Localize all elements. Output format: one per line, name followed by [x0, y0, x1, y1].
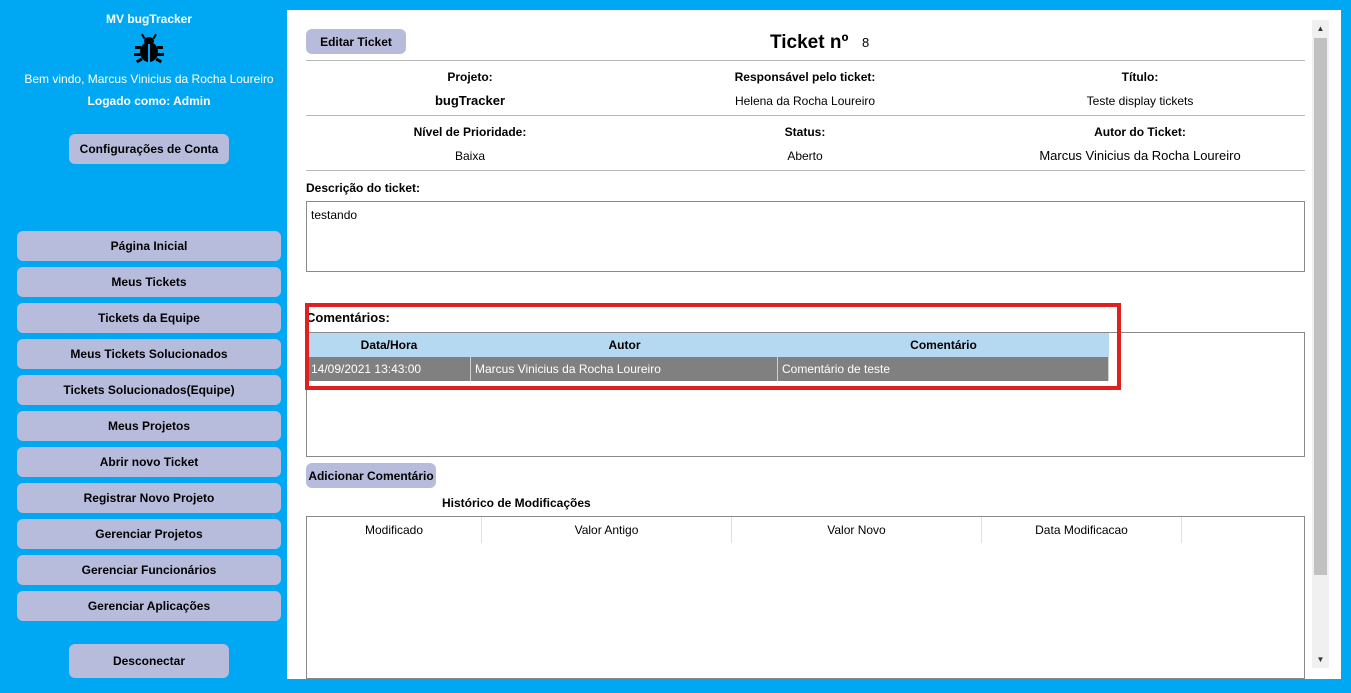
column-header[interactable]: Data/Hora	[307, 333, 471, 357]
column-header[interactable]: Valor Novo	[732, 517, 982, 543]
sidebar-item-team-tickets[interactable]: Tickets da Equipe	[17, 303, 281, 333]
history-grid[interactable]: Modificado Valor Antigo Valor Novo Data …	[306, 516, 1305, 679]
description-box: testando	[306, 201, 1305, 272]
comments-header-row: Data/Hora Autor Comentário	[307, 333, 1109, 357]
scrollbar-thumb[interactable]	[1314, 38, 1327, 575]
column-header[interactable]: Autor	[471, 333, 778, 357]
app-title: MV bugTracker	[105, 12, 193, 26]
ticket-number: 8	[862, 35, 870, 50]
status-label: Status:	[784, 125, 826, 139]
ticket-content: Editar Ticket Ticket nº 8 Projeto: bugTr…	[305, 10, 1306, 679]
sidebar-item-team-solved-tickets[interactable]: Tickets Solucionados(Equipe)	[17, 375, 281, 405]
status-value: Aberto	[787, 149, 823, 163]
history-header-row: Modificado Valor Antigo Valor Novo Data …	[307, 517, 1304, 543]
disconnect-button[interactable]: Desconectar	[69, 644, 229, 678]
sidebar-item-register-project[interactable]: Registrar Novo Projeto	[17, 483, 281, 513]
responsible-value: Helena da Rocha Loureiro	[734, 94, 876, 108]
priority-label: Nível de Prioridade:	[413, 125, 527, 139]
comment-datetime-cell[interactable]: 14/09/2021 13:43:00	[307, 357, 471, 381]
author-value: Marcus Vinicius da Rocha Loureiro	[1039, 148, 1241, 163]
divider	[306, 115, 1305, 116]
comments-label: Comentários:	[306, 310, 390, 325]
author-label: Autor do Ticket:	[1094, 125, 1186, 139]
sidebar-item-home[interactable]: Página Inicial	[17, 231, 281, 261]
divider	[306, 60, 1305, 61]
responsible-label: Responsável pelo ticket:	[734, 70, 876, 84]
logged-as-text: Logado como: Admin	[87, 94, 211, 108]
welcome-text: Bem vindo, Marcus Vinicius da Rocha Lour…	[24, 72, 274, 86]
column-header[interactable]: Data Modificacao	[982, 517, 1182, 543]
vertical-scrollbar[interactable]: ▲ ▼	[1312, 20, 1329, 668]
sidebar-item-manage-projects[interactable]: Gerenciar Projetos	[17, 519, 281, 549]
sidebar-item-my-solved-tickets[interactable]: Meus Tickets Solucionados	[17, 339, 281, 369]
scroll-up-arrow-icon[interactable]: ▲	[1312, 20, 1329, 37]
sidebar-nav: Página Inicial Meus Tickets Tickets da E…	[17, 231, 281, 627]
comment-author-cell[interactable]: Marcus Vinicius da Rocha Loureiro	[471, 357, 778, 381]
ticket-title: Ticket nº	[770, 32, 849, 53]
description-label: Descrição do ticket:	[306, 181, 421, 195]
account-settings-button[interactable]: Configurações de Conta	[69, 134, 229, 164]
sidebar-item-my-projects[interactable]: Meus Projetos	[17, 411, 281, 441]
bug-icon	[134, 33, 164, 64]
priority-value: Baixa	[454, 149, 486, 163]
sidebar: MV bugTracker Bem vindo, Marcus Vinicius…	[0, 0, 298, 693]
scroll-down-arrow-icon[interactable]: ▼	[1312, 651, 1329, 668]
sidebar-item-my-tickets[interactable]: Meus Tickets	[17, 267, 281, 297]
sidebar-item-manage-employees[interactable]: Gerenciar Funcionários	[17, 555, 281, 585]
sidebar-item-manage-applications[interactable]: Gerenciar Aplicações	[17, 591, 281, 621]
sidebar-item-open-ticket[interactable]: Abrir novo Ticket	[17, 447, 281, 477]
title-label: Título:	[1121, 70, 1159, 84]
history-label: Histórico de Modificações	[442, 496, 591, 510]
comment-text-cell[interactable]: Comentário de teste	[778, 357, 1109, 381]
divider	[306, 170, 1305, 171]
column-header[interactable]: Valor Antigo	[482, 517, 732, 543]
project-label: Projeto:	[447, 70, 493, 84]
table-row[interactable]: 14/09/2021 13:43:00 Marcus Vinicius da R…	[307, 357, 1109, 381]
project-value: bugTracker	[434, 93, 506, 108]
comments-table: Data/Hora Autor Comentário 14/09/2021 13…	[307, 333, 1109, 381]
column-header[interactable]: Comentário	[778, 333, 1109, 357]
title-value: Teste display tickets	[1086, 94, 1194, 108]
add-comment-button[interactable]: Adicionar Comentário	[306, 463, 436, 488]
ticket-panel: Editar Ticket Ticket nº 8 Projeto: bugTr…	[287, 10, 1341, 679]
edit-ticket-button[interactable]: Editar Ticket	[306, 29, 406, 54]
column-header[interactable]: Modificado	[307, 517, 482, 543]
